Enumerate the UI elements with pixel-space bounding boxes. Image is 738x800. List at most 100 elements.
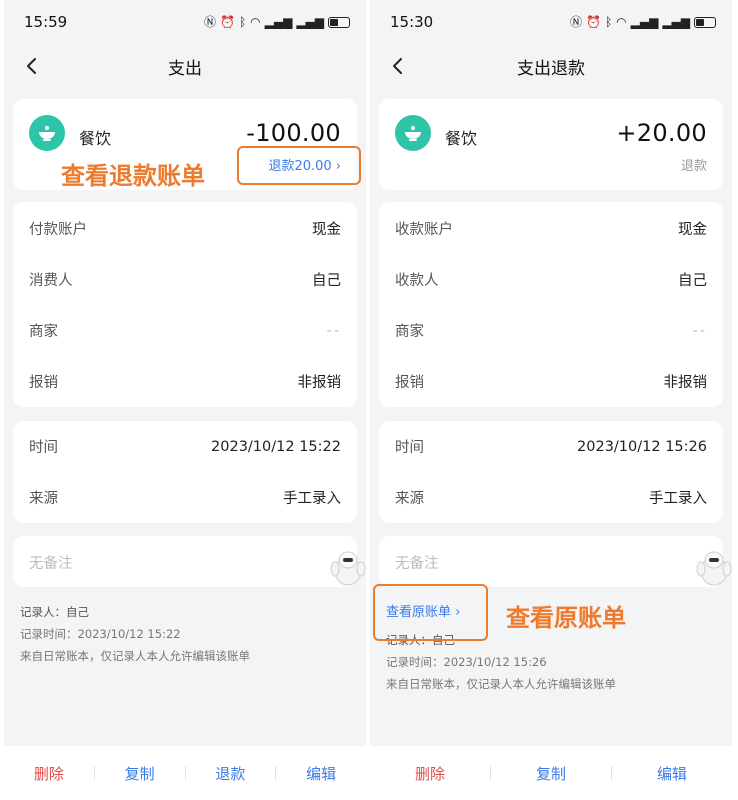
info-row-reimburse[interactable]: 报销 非报销: [13, 356, 357, 407]
bluetooth-icon: ᛒ: [238, 15, 247, 29]
account-info-card: 收款账户 现金 收款人 自己 商家 -- 报销 非报销: [379, 202, 723, 407]
bottom-action-bar: 删除 复制 编辑: [370, 746, 732, 800]
back-button[interactable]: [384, 52, 412, 80]
info-row-time[interactable]: 时间 2023/10/12 15:22: [13, 421, 357, 472]
alarm-icon: ⏰: [585, 15, 601, 29]
copy-button[interactable]: 复制: [95, 763, 185, 784]
chevron-left-icon: [393, 58, 402, 74]
bottom-action-bar: 删除 复制 退款 编辑: [4, 746, 366, 800]
note-card[interactable]: 无备注: [13, 536, 357, 587]
status-time: 15:30: [390, 13, 434, 31]
status-icons: Ⓝ ⏰ ᛒ ◠ ▂▄▆ ▂▄▆: [204, 16, 350, 28]
record-time-text: 记录时间：2023/10/12 15:22: [20, 627, 181, 641]
info-row-account[interactable]: 付款账户 现金: [13, 203, 357, 254]
row-value: 2023/10/12 15:22: [211, 438, 341, 455]
bowl-icon: [29, 115, 65, 151]
signal-icon: ▂▄▆: [630, 15, 659, 29]
row-value: 现金: [678, 222, 707, 238]
row-value: 非报销: [663, 375, 708, 391]
row-value: 自己: [678, 273, 707, 289]
battery-icon: [328, 16, 350, 28]
row-value: 手工录入: [283, 491, 341, 507]
amount-value: -100.00: [246, 119, 341, 147]
annotation-box-original: [373, 584, 488, 641]
row-label: 时间: [29, 440, 58, 456]
nfc-icon: Ⓝ: [203, 15, 216, 29]
info-row-source[interactable]: 来源 手工录入: [13, 472, 357, 523]
back-button[interactable]: [18, 52, 46, 80]
time-info-card: 时间 2023/10/12 15:22 来源 手工录入: [13, 421, 357, 523]
row-label: 报销: [395, 375, 424, 391]
info-row-reimburse[interactable]: 报销 非报销: [379, 356, 723, 407]
category-name: 餐饮: [445, 129, 478, 148]
note-card[interactable]: 无备注: [379, 536, 723, 587]
signal-icon-2: ▂▄▆: [662, 15, 690, 29]
info-row-time[interactable]: 时间 2023/10/12 15:26: [379, 421, 723, 472]
row-value: 自己: [312, 273, 341, 289]
info-row-payee[interactable]: 收款人 自己: [379, 254, 723, 305]
record-time-text: 记录时间：2023/10/12 15:26: [386, 655, 547, 669]
page-title: 支出退款: [517, 58, 585, 79]
copy-button[interactable]: 复制: [491, 763, 611, 784]
edit-button[interactable]: 编辑: [276, 763, 366, 784]
bowl-icon: [395, 115, 431, 151]
info-row-source[interactable]: 来源 手工录入: [379, 472, 723, 523]
wifi-icon: ◠: [616, 15, 627, 29]
mascot-icon: [696, 551, 732, 586]
nfc-icon: Ⓝ: [569, 15, 582, 29]
recorder-text: 记录人：自己: [20, 605, 89, 619]
source-note-text: 来自日常账本，仅记录人本人允许编辑该账单: [386, 677, 616, 691]
time-info-card: 时间 2023/10/12 15:26 来源 手工录入: [379, 421, 723, 523]
account-info-card: 付款账户 现金 消费人 自己 商家 -- 报销 非报销: [13, 202, 357, 407]
source-note-text: 来自日常账本，仅记录人本人允许编辑该账单: [20, 649, 250, 663]
wifi-icon: ◠: [250, 15, 261, 29]
signal-icon: ▂▄▆: [264, 15, 293, 29]
expense-detail-screen: 15:59 Ⓝ ⏰ ᛒ ◠ ▂▄▆ ▂▄▆ 支出 餐饮 -100.00 退款20…: [4, 0, 366, 800]
status-time: 15:59: [24, 13, 68, 31]
annotation-box-refund: [237, 146, 361, 185]
bluetooth-icon: ᛒ: [604, 15, 613, 29]
row-label: 商家: [29, 324, 58, 340]
row-value: 手工录入: [649, 491, 707, 507]
note-placeholder: 无备注: [395, 556, 439, 572]
row-label: 商家: [395, 324, 424, 340]
row-label: 收款人: [395, 273, 439, 289]
row-value: 非报销: [297, 375, 342, 391]
row-value: 现金: [312, 222, 341, 238]
row-value: 2023/10/12 15:26: [577, 438, 707, 455]
info-row-consumer[interactable]: 消费人 自己: [13, 254, 357, 305]
mascot-icon: [330, 551, 366, 586]
row-label: 付款账户: [29, 222, 87, 238]
signal-icon-2: ▂▄▆: [296, 15, 324, 29]
amount-card: 餐饮 +20.00 退款: [379, 99, 723, 190]
record-meta: 记录人：自己 记录时间：2023/10/12 15:22 来自日常账本，仅记录人…: [20, 601, 250, 667]
battery-icon: [694, 16, 716, 28]
amount-type-label: 退款: [680, 159, 707, 174]
delete-button[interactable]: 删除: [370, 763, 490, 784]
info-row-account[interactable]: 收款账户 现金: [379, 203, 723, 254]
row-value: --: [692, 322, 707, 339]
annotation-view-refund: 查看退款账单: [61, 162, 205, 190]
category-name: 餐饮: [79, 129, 112, 148]
nav-bar: 支出: [4, 44, 366, 88]
row-label: 收款账户: [395, 222, 453, 238]
status-icons: Ⓝ ⏰ ᛒ ◠ ▂▄▆ ▂▄▆: [570, 16, 716, 28]
info-row-merchant[interactable]: 商家 --: [13, 305, 357, 356]
row-value: --: [326, 322, 341, 339]
row-label: 时间: [395, 440, 424, 456]
status-bar: 15:30 Ⓝ ⏰ ᛒ ◠ ▂▄▆ ▂▄▆: [370, 0, 732, 44]
nav-bar: 支出退款: [370, 44, 732, 88]
delete-button[interactable]: 删除: [4, 763, 94, 784]
status-bar: 15:59 Ⓝ ⏰ ᛒ ◠ ▂▄▆ ▂▄▆: [4, 0, 366, 44]
page-title: 支出: [168, 58, 202, 79]
refund-detail-screen: 15:30 Ⓝ ⏰ ᛒ ◠ ▂▄▆ ▂▄▆ 支出退款 餐饮 +20.00 退款 …: [370, 0, 732, 800]
row-label: 报销: [29, 375, 58, 391]
amount-value: +20.00: [616, 119, 707, 147]
info-row-merchant[interactable]: 商家 --: [379, 305, 723, 356]
edit-button[interactable]: 编辑: [612, 763, 732, 784]
row-label: 来源: [29, 491, 58, 507]
row-label: 来源: [395, 491, 424, 507]
alarm-icon: ⏰: [219, 15, 235, 29]
note-placeholder: 无备注: [29, 556, 73, 572]
refund-button[interactable]: 退款: [186, 763, 276, 784]
